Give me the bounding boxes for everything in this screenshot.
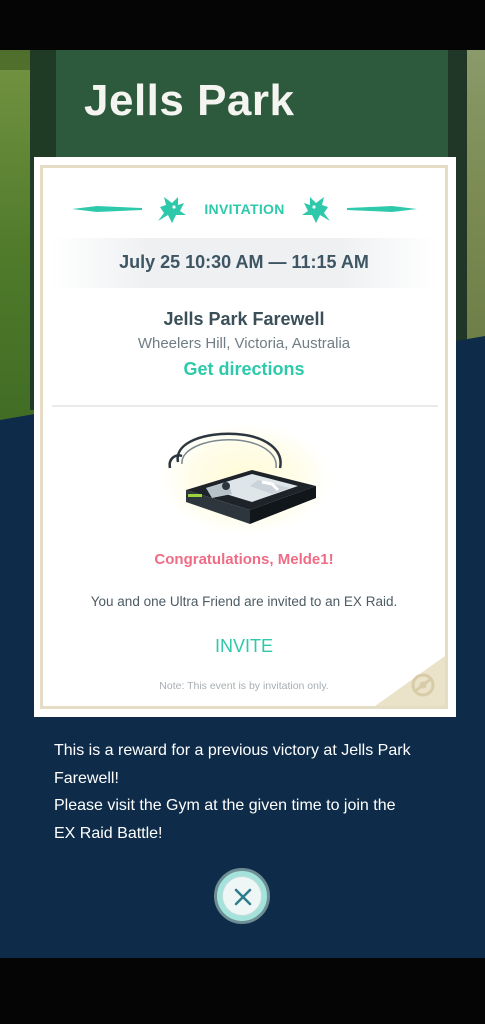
navigation-bar	[0, 958, 485, 1024]
gym-location: Wheelers Hill, Victoria, Australia	[137, 335, 351, 352]
park-sign-text: Jells Park	[84, 76, 295, 125]
congratulations-text: Congratulations, Melde1!	[154, 551, 334, 568]
status-bar	[0, 0, 485, 50]
reward-message-line: EX Raid Battle!	[54, 824, 163, 842]
dragon-right-icon	[302, 197, 330, 223]
ex-raid-pass-icon	[168, 432, 316, 524]
reward-message-line: Farewell!	[54, 769, 119, 787]
card-divider	[52, 405, 438, 407]
invitation-description: You and one Ultra Friend are invited to …	[90, 594, 398, 609]
close-button[interactable]	[214, 868, 270, 924]
gym-name: Jells Park Farewell	[163, 309, 325, 329]
event-date-time: July 25 10:30 AM — 11:15 AM	[119, 252, 369, 272]
invitation-note: Note: This event is by invitation only.	[159, 680, 329, 692]
invitation-header: INVITATION	[72, 193, 417, 225]
reward-message-line: Please visit the Gym at the given time t…	[54, 797, 396, 814]
close-button-inner	[222, 876, 262, 916]
get-directions-link[interactable]: Get directions	[52, 359, 436, 380]
close-icon	[234, 888, 252, 906]
dragon-left-icon	[158, 197, 186, 223]
wing-left-decoration	[72, 206, 142, 212]
wing-right-decoration	[347, 206, 417, 212]
reward-message: This is a reward for a previous victory …	[54, 737, 444, 847]
reward-message-line: This is a reward for a previous victory …	[54, 742, 411, 759]
invitation-label: INVITATION	[204, 201, 285, 217]
invite-button[interactable]: INVITE	[190, 632, 298, 660]
